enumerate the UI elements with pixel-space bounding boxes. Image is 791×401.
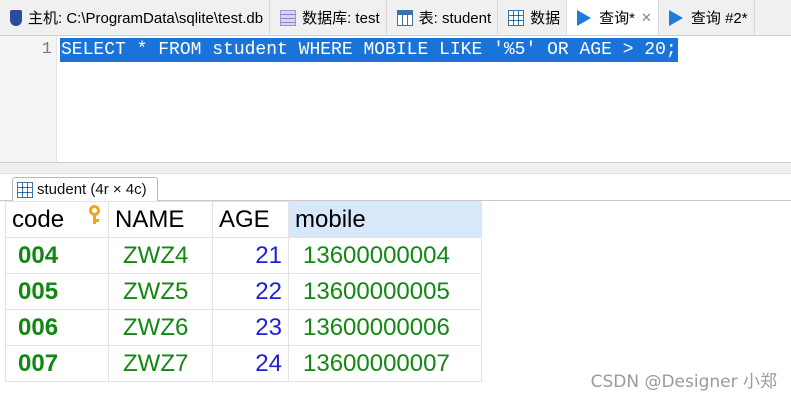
result-tab-label: student (4r × 4c): [37, 181, 147, 198]
database-icon: [10, 9, 22, 26]
line-number: 1: [41, 40, 52, 59]
column-header-name[interactable]: NAME: [108, 201, 213, 238]
cell-name[interactable]: ZWZ5: [108, 273, 213, 310]
primary-key-icon: [89, 205, 100, 225]
result-grid[interactable]: code NAME AGE mobile 004 ZWZ4 21 1360000…: [5, 201, 482, 382]
cell-age[interactable]: 23: [212, 309, 289, 346]
table-row[interactable]: 006 ZWZ6 23 13600000006: [5, 309, 482, 346]
cell-code[interactable]: 007: [5, 345, 109, 382]
cell-age[interactable]: 21: [212, 237, 289, 274]
column-header-label: AGE: [219, 205, 270, 233]
table-row[interactable]: 005 ZWZ5 22 13600000005: [5, 273, 482, 310]
tab-query-2[interactable]: 查询 #2*: [659, 0, 755, 35]
play-icon: [577, 9, 592, 26]
cell-age[interactable]: 24: [212, 345, 289, 382]
tab-result-student[interactable]: student (4r × 4c): [12, 177, 158, 201]
cell-age[interactable]: 22: [212, 273, 289, 310]
result-tab-bar: student (4r × 4c): [0, 174, 791, 201]
tab-host-label: 主机: C:\ProgramData\sqlite\test.db: [28, 10, 264, 27]
column-header-label: code: [12, 205, 65, 233]
column-header-code[interactable]: code: [5, 201, 109, 238]
document-tab-bar: 主机: C:\ProgramData\sqlite\test.db 数据库: t…: [0, 0, 791, 36]
schema-icon: [280, 9, 297, 26]
watermark: CSDN @Designer 小郑: [590, 372, 777, 392]
cell-name[interactable]: ZWZ7: [108, 345, 213, 382]
cell-mobile[interactable]: 13600000006: [288, 309, 482, 346]
tab-host[interactable]: 主机: C:\ProgramData\sqlite\test.db: [0, 0, 271, 35]
grid-icon: [17, 181, 33, 198]
column-header-label: NAME: [115, 205, 185, 233]
cell-code[interactable]: 004: [5, 237, 109, 274]
play-icon: [668, 9, 683, 26]
tab-query-2-label: 查询 #2*: [690, 10, 748, 27]
sql-editor[interactable]: 1 SELECT * FROM student WHERE MOBILE LIK…: [0, 36, 791, 162]
cell-name[interactable]: ZWZ4: [108, 237, 213, 274]
tab-database-label: 数据库: test: [302, 10, 380, 27]
column-header-label: mobile: [295, 205, 366, 233]
tab-data[interactable]: 数据: [498, 0, 568, 35]
column-header-age[interactable]: AGE: [212, 201, 289, 238]
table-row[interactable]: 004 ZWZ4 21 13600000004: [5, 237, 482, 274]
tab-data-label: 数据: [530, 10, 561, 27]
tab-table-label: 表: student: [418, 10, 492, 27]
tab-query[interactable]: 查询* ✕: [567, 0, 659, 35]
grid-icon: [508, 9, 525, 26]
cell-mobile[interactable]: 13600000007: [288, 345, 482, 382]
table-icon: [396, 9, 413, 26]
column-header-mobile[interactable]: mobile: [288, 201, 482, 238]
table-row[interactable]: 007 ZWZ7 24 13600000007: [5, 345, 482, 382]
panel-splitter[interactable]: [0, 162, 791, 174]
cell-code[interactable]: 005: [5, 273, 109, 310]
sql-query-text[interactable]: SELECT * FROM student WHERE MOBILE LIKE …: [60, 38, 678, 62]
tab-table[interactable]: 表: student: [387, 0, 499, 35]
close-icon[interactable]: ✕: [641, 10, 652, 26]
cell-code[interactable]: 006: [5, 309, 109, 346]
cell-mobile[interactable]: 13600000005: [288, 273, 482, 310]
line-number-gutter: 1: [0, 36, 57, 162]
tab-query-label: 查询*: [599, 10, 636, 27]
cell-mobile[interactable]: 13600000004: [288, 237, 482, 274]
tab-database[interactable]: 数据库: test: [270, 0, 387, 35]
cell-name[interactable]: ZWZ6: [108, 309, 213, 346]
header-row: code NAME AGE mobile: [5, 201, 482, 238]
